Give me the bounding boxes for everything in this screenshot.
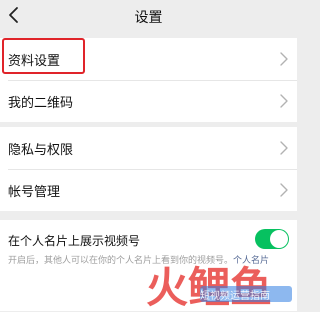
list-item-my-qr-code[interactable]: 我的二维码 bbox=[0, 80, 297, 122]
list-item-label: 我的二维码 bbox=[8, 96, 74, 111]
video-card-toggle-label: 在个人名片上展示视频号 bbox=[8, 234, 141, 248]
watermark: 火鲤鱼 短视频运营指南 bbox=[146, 262, 296, 312]
chevron-right-icon bbox=[280, 94, 288, 108]
list-item-privacy-permissions[interactable]: 隐私与权限 bbox=[0, 127, 297, 169]
chevron-right-icon bbox=[280, 52, 288, 66]
list-item-label: 隐私与权限 bbox=[8, 143, 74, 158]
highlight-box bbox=[2, 38, 85, 74]
page-title: 设置 bbox=[134, 10, 163, 26]
toggle-knob bbox=[270, 230, 288, 248]
video-card-toggle[interactable] bbox=[255, 229, 289, 249]
top-bar: 设置 bbox=[0, 0, 297, 32]
chevron-right-icon bbox=[280, 183, 288, 197]
account-settings-group: 隐私与权限 帐号管理 bbox=[0, 127, 297, 211]
chevron-right-icon bbox=[280, 141, 288, 155]
list-item-label: 帐号管理 bbox=[8, 185, 61, 200]
watermark-caption: 短视频运营指南 bbox=[200, 291, 270, 302]
list-item-account-management[interactable]: 帐号管理 bbox=[0, 169, 297, 211]
